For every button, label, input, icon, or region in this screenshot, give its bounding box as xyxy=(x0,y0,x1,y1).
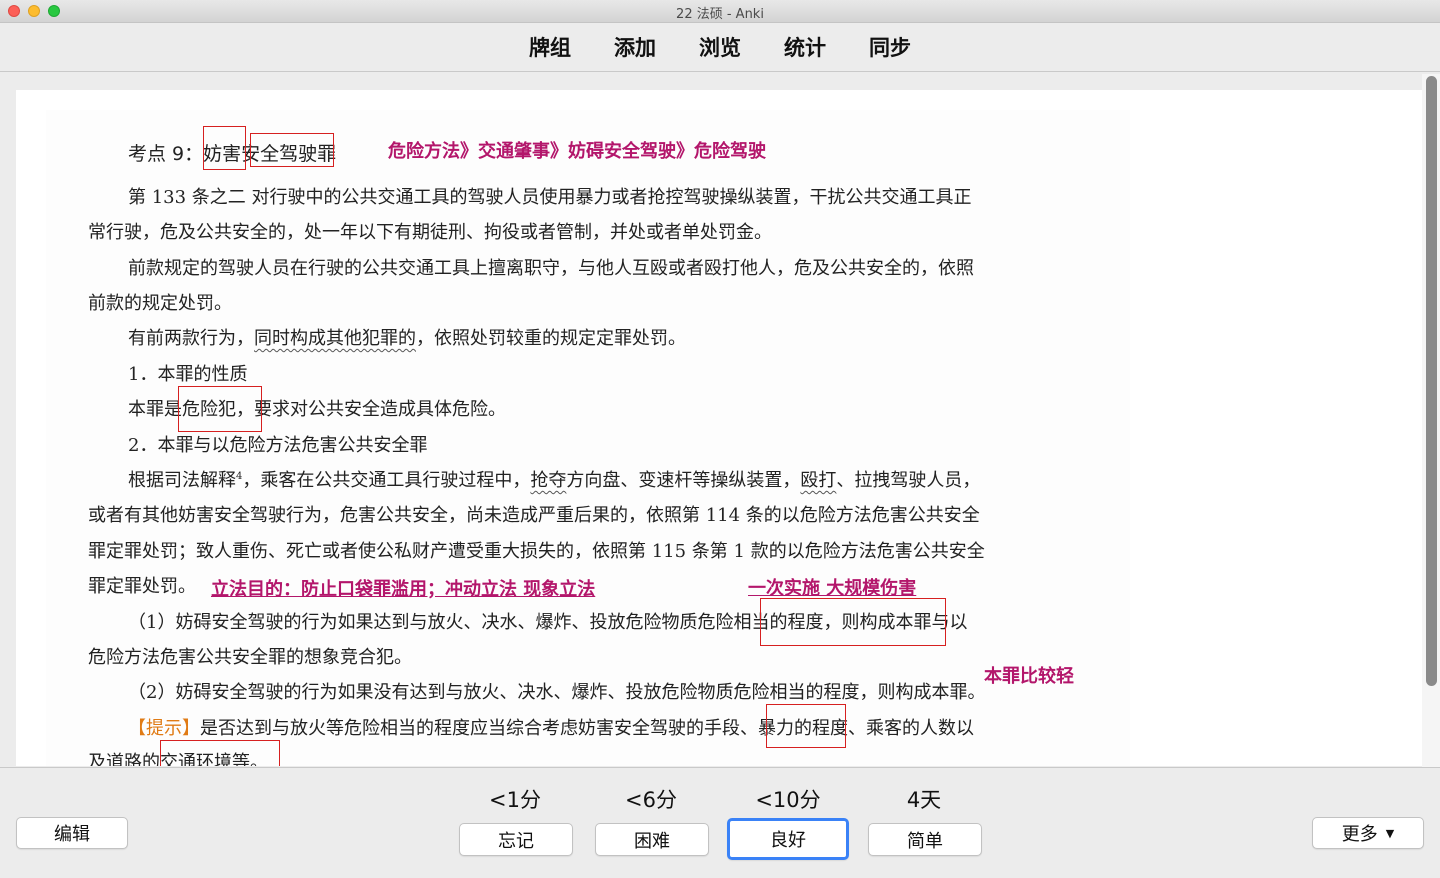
text-span: ，依照处罚较重的规定定罪处罚。 xyxy=(416,328,686,349)
highlight-box xyxy=(203,126,246,170)
text-line: （2）妨碍安全驾驶的行为如果没有达到与放火、决水、爆炸、投放危险物质危险相当的程… xyxy=(128,682,986,703)
highlight-box xyxy=(178,386,262,432)
section-title: 1．本罪的性质 xyxy=(128,364,248,385)
hard-button[interactable]: 困难 xyxy=(595,823,709,856)
heading-prefix: 考点 9： xyxy=(128,143,204,165)
answer-bar: 编辑 <1分 <6分 <10分 4天 忘记 困难 良好 简单 更多 ▼ xyxy=(0,767,1440,878)
text-span: ，要求对公共安全造成具体危险。 xyxy=(236,399,506,420)
title-bar: 22 法硕 - Anki xyxy=(0,0,1440,23)
underlined-text: 殴打 xyxy=(800,470,837,491)
more-button[interactable]: 更多 ▼ xyxy=(1312,817,1424,849)
highlight-box xyxy=(766,704,846,748)
card-image-page: 考点 9：妨害安全驾驶罪 危险方法》交通肇事》妨碍安全驾驶》危险驾驶 第 133… xyxy=(46,110,1130,766)
more-label: 更多 xyxy=(1341,824,1378,845)
text-span: 是否达到与放火等危险相当的程度应当综合考虑妨害安全驾驶 xyxy=(200,718,686,739)
text-span: 本罪是 xyxy=(128,399,182,420)
toolbar-browse[interactable]: 浏览 xyxy=(699,32,741,62)
interval-good: <10分 xyxy=(755,788,821,812)
text-span: （1）妨碍安全驾驶的行为如果达到与放火、决水、爆炸、投放危险物 xyxy=(128,612,680,633)
tip-label: 【提示】 xyxy=(128,718,200,739)
text-line: 罪定罪处罚；致人重伤、死亡或者使公私财产遭受重大损失的，依照第 115 条第 1… xyxy=(88,541,985,562)
text-line: 常行驶，危及公共安全的，处一年以下有期徒刑、拘役或者管制，并处或者单处罚金。 xyxy=(88,222,772,243)
text-span: 根据司法解释 xyxy=(128,470,236,491)
text-line: 前款规定的驾驶人员在行驶的公共交通工具上擅离职守，与他人互殴或者殴打他人，危及公… xyxy=(128,258,974,279)
text-span: 、拉拽驾驶人员， xyxy=(836,470,981,491)
text-line: 第 133 条之二 对行驶中的公共交通工具的驾驶人员使用暴力或者抢控驾驶操纵装置… xyxy=(128,187,972,208)
toolbar-decks[interactable]: 牌组 xyxy=(529,32,571,62)
main-toolbar: 牌组 添加 浏览 统计 同步 xyxy=(0,23,1440,72)
caret-down-icon: ▼ xyxy=(1385,826,1395,840)
interval-easy: 4天 xyxy=(906,788,942,812)
text-span: ，乘客在公共交通工具行驶过程中， xyxy=(242,470,531,491)
toolbar-add[interactable]: 添加 xyxy=(614,32,656,62)
text-span: 有前两款行为， xyxy=(128,328,254,349)
interval-again: <1分 xyxy=(489,788,541,812)
highlight-box xyxy=(760,598,946,646)
highlight-box xyxy=(250,133,334,167)
text-line: 罪定罪处罚。 xyxy=(88,576,196,597)
text-line: 有前两款行为，同时构成其他犯罪的，依照处罚较重的规定定罪处罚。 xyxy=(128,324,686,350)
underlined-text: 抢夺 xyxy=(530,470,567,491)
card-view: 考点 9：妨害安全驾驶罪 危险方法》交通肇事》妨碍安全驾驶》危险驾驶 第 133… xyxy=(16,90,1422,766)
text-line: 前款的规定处罚。 xyxy=(88,293,232,314)
text-line: 【提示】是否达到与放火等危险相当的程度应当综合考虑妨害安全驾驶的手段、暴力的程度… xyxy=(128,714,974,740)
underlined-text: 同时构成其他犯罪的 xyxy=(254,328,416,349)
interval-hard: <6分 xyxy=(625,788,677,812)
text-line: 危险方法危害公共安全罪的想象竞合犯。 xyxy=(88,647,412,668)
highlight-box xyxy=(160,740,280,766)
handwritten-note: 危险方法》交通肇事》妨碍安全驾驶》危险驾驶 xyxy=(388,141,766,162)
scrollbar-thumb[interactable] xyxy=(1426,76,1437,686)
handwritten-note: 立法目的：防止口袋罪滥用；冲动立法 现象立法 xyxy=(211,579,596,600)
text-line: 或者有其他妨害安全驾驶行为，危害公共安全，尚未造成严重后果的，依照第 114 条… xyxy=(88,505,980,526)
text-span: 方向盘、变速杆等操纵装置， xyxy=(566,470,801,491)
text-line: 根据司法解释4，乘客在公共交通工具行驶过程中，抢夺方向盘、变速杆等操纵装置，殴打… xyxy=(128,466,980,492)
good-button[interactable]: 良好 xyxy=(727,818,849,860)
toolbar-stats[interactable]: 统计 xyxy=(784,32,826,62)
text-span: 的手段、 xyxy=(686,718,758,739)
toolbar-sync[interactable]: 同步 xyxy=(869,32,911,62)
handwritten-note: 一次实施 大规模伤害 xyxy=(748,578,917,599)
section-title: 2．本罪与以危险方法危害公共安全罪 xyxy=(128,435,428,456)
easy-button[interactable]: 简单 xyxy=(868,823,982,856)
again-button[interactable]: 忘记 xyxy=(459,823,573,856)
handwritten-note: 本罪比较轻 xyxy=(984,666,1074,687)
edit-button[interactable]: 编辑 xyxy=(16,817,128,849)
window-title: 22 法硕 - Anki xyxy=(676,7,764,22)
